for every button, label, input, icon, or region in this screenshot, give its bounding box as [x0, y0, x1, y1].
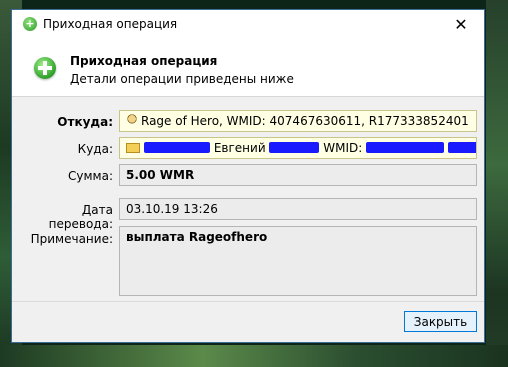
- header-subtitle: Детали операции приведены ниже: [70, 72, 294, 86]
- redaction-mark: [366, 142, 445, 153]
- to-wmid-label: WMID:: [323, 141, 363, 155]
- app-icon: +: [23, 17, 37, 31]
- note-field[interactable]: выплата Rageofhero: [119, 226, 477, 296]
- redaction-mark: [144, 142, 210, 153]
- redaction-mark: [447, 142, 476, 153]
- to-label: Куда:: [77, 142, 113, 156]
- from-label: Откуда:: [57, 115, 113, 129]
- person-icon: [126, 114, 138, 128]
- title-bar[interactable]: + Приходная операция ✕: [12, 10, 484, 40]
- header-title: Приходная операция: [70, 54, 218, 68]
- desktop-background: [486, 0, 508, 367]
- redaction-mark: [269, 142, 320, 153]
- window-title: Приходная операция: [43, 17, 178, 31]
- to-field[interactable]: Евгений WMID:: [119, 137, 477, 159]
- amount-label: Сумма:: [68, 169, 113, 183]
- dialog-header: [12, 40, 484, 97]
- footer-divider: [12, 301, 484, 302]
- to-name: Евгений: [213, 141, 266, 155]
- from-field[interactable]: Rage of Hero, WMID: 407467630611, R17733…: [119, 110, 477, 132]
- close-button[interactable]: Закрыть: [404, 311, 477, 332]
- dialog-window: + Приходная операция ✕ Приходная операци…: [11, 9, 485, 343]
- close-icon[interactable]: ✕: [438, 10, 484, 40]
- date-label: Дата перевода:: [48, 203, 113, 231]
- date-field[interactable]: 03.10.19 13:26: [119, 198, 477, 220]
- wallet-card-icon: [126, 143, 140, 153]
- from-value: Rage of Hero, WMID: 407467630611, R17733…: [141, 114, 469, 128]
- desktop-background: [0, 345, 508, 367]
- note-label: Примечание:: [30, 232, 113, 246]
- amount-field[interactable]: 5.00 WMR: [119, 164, 477, 186]
- green-plus-icon: [34, 57, 56, 79]
